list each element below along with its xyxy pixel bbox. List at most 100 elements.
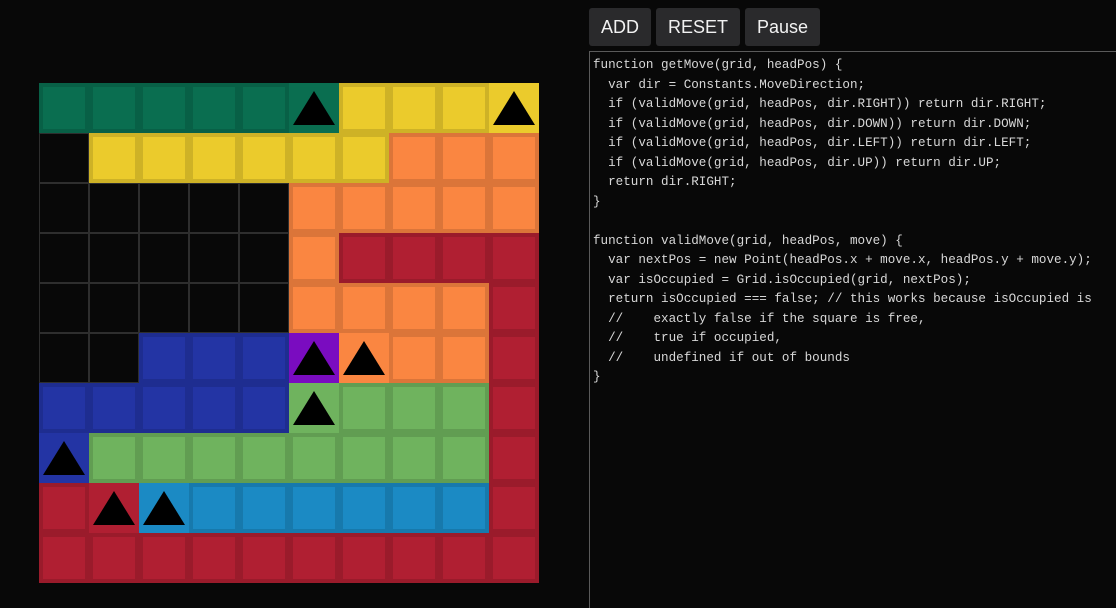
snake-segment bbox=[289, 533, 339, 583]
toolbar: ADD RESET Pause bbox=[589, 8, 821, 46]
snake-segment bbox=[289, 133, 339, 183]
snake-segment bbox=[389, 283, 439, 333]
snake-segment bbox=[239, 333, 289, 383]
empty-cell bbox=[89, 283, 139, 333]
snake-segment bbox=[139, 133, 189, 183]
empty-cell bbox=[39, 133, 89, 183]
code-editor-text[interactable]: function getMove(grid, headPos) { var di… bbox=[590, 52, 1116, 388]
snake-segment bbox=[389, 233, 439, 283]
code-line: function getMove(grid, headPos) { bbox=[593, 58, 843, 72]
snake-segment bbox=[39, 483, 89, 533]
empty-cell bbox=[39, 233, 89, 283]
snake-segment bbox=[239, 83, 289, 133]
snake-segment bbox=[139, 533, 189, 583]
empty-cell bbox=[39, 183, 89, 233]
code-line: if (validMove(grid, headPos, dir.RIGHT))… bbox=[593, 97, 1047, 111]
snake-segment bbox=[339, 383, 389, 433]
snake-segment bbox=[489, 133, 539, 183]
snake-segment bbox=[139, 433, 189, 483]
code-line: // exactly false if the square is free, bbox=[593, 311, 926, 326]
snake-segment bbox=[339, 283, 389, 333]
snake-segment bbox=[439, 283, 489, 333]
snake-segment bbox=[289, 483, 339, 533]
snake-segment bbox=[39, 383, 89, 433]
snake-segment bbox=[189, 383, 239, 433]
code-line: } bbox=[593, 194, 601, 209]
snake-segment bbox=[339, 533, 389, 583]
snake-segment bbox=[489, 233, 539, 283]
reset-button[interactable]: RESET bbox=[656, 8, 741, 46]
snake-segment bbox=[289, 283, 339, 333]
empty-cell bbox=[189, 233, 239, 283]
snake-segment bbox=[339, 433, 389, 483]
code-line: // true if occupied, bbox=[593, 331, 782, 345]
snake-segment bbox=[439, 333, 489, 383]
code-line: return isOccupied === false; // this wor… bbox=[593, 292, 1092, 306]
code-line: return dir.RIGHT; bbox=[593, 175, 737, 189]
snake-segment bbox=[89, 133, 139, 183]
snake-segment bbox=[489, 533, 539, 583]
snake-segment bbox=[189, 83, 239, 133]
code-line: var dir = Constants.MoveDirection; bbox=[593, 77, 866, 92]
snake-segment bbox=[289, 233, 339, 283]
snake-segment bbox=[339, 483, 389, 533]
snake-segment bbox=[439, 383, 489, 433]
snake-segment bbox=[389, 483, 439, 533]
snake-segment bbox=[239, 533, 289, 583]
snake-segment bbox=[439, 233, 489, 283]
snake-segment bbox=[389, 133, 439, 183]
game-board-canvas bbox=[39, 83, 539, 583]
snake-segment bbox=[489, 183, 539, 233]
snake-segment bbox=[489, 483, 539, 533]
snake-cyan bbox=[139, 483, 489, 533]
snake-segment bbox=[339, 83, 389, 133]
snake-segment bbox=[89, 83, 139, 133]
empty-cell bbox=[89, 183, 139, 233]
code-line: } bbox=[593, 370, 601, 384]
snake-segment bbox=[389, 333, 439, 383]
snake-segment bbox=[189, 433, 239, 483]
empty-cell bbox=[139, 233, 189, 283]
pause-button[interactable]: Pause bbox=[745, 8, 821, 46]
empty-cell bbox=[189, 183, 239, 233]
snake-segment bbox=[389, 183, 439, 233]
empty-cell bbox=[239, 283, 289, 333]
empty-cell bbox=[139, 283, 189, 333]
code-editor[interactable]: function getMove(grid, headPos) { var di… bbox=[589, 51, 1116, 608]
code-line: var isOccupied = Grid.isOccupied(grid, n… bbox=[593, 272, 971, 287]
snake-segment bbox=[439, 183, 489, 233]
snake-segment bbox=[289, 433, 339, 483]
snake-segment bbox=[439, 483, 489, 533]
snake-segment bbox=[39, 83, 89, 133]
snake-segment bbox=[139, 333, 189, 383]
snake-segment bbox=[339, 133, 389, 183]
game-board bbox=[39, 83, 539, 583]
snake-segment bbox=[439, 83, 489, 133]
empty-cell bbox=[89, 233, 139, 283]
code-line: // undefined if out of bounds bbox=[593, 350, 850, 365]
snake-segment bbox=[489, 383, 539, 433]
snake-segment bbox=[489, 333, 539, 383]
code-line: function validMove(grid, headPos, move) … bbox=[593, 233, 903, 248]
snake-segment bbox=[239, 483, 289, 533]
snake-segment bbox=[339, 233, 389, 283]
snake-segment bbox=[489, 433, 539, 483]
empty-cell bbox=[239, 233, 289, 283]
snake-segment bbox=[139, 83, 189, 133]
snake-segment bbox=[239, 433, 289, 483]
snake-segment bbox=[239, 133, 289, 183]
snake-segment bbox=[339, 183, 389, 233]
snake-segment bbox=[439, 533, 489, 583]
code-line: if (validMove(grid, headPos, dir.LEFT)) … bbox=[593, 136, 1032, 150]
snake-segment bbox=[389, 383, 439, 433]
snake-segment bbox=[89, 533, 139, 583]
empty-cell bbox=[39, 333, 89, 383]
empty-cell bbox=[89, 333, 139, 383]
snake-segment bbox=[489, 283, 539, 333]
snake-segment bbox=[239, 383, 289, 433]
snake-segment bbox=[189, 483, 239, 533]
snake-segment bbox=[389, 433, 439, 483]
add-button[interactable]: ADD bbox=[589, 8, 652, 46]
snake-segment bbox=[389, 533, 439, 583]
